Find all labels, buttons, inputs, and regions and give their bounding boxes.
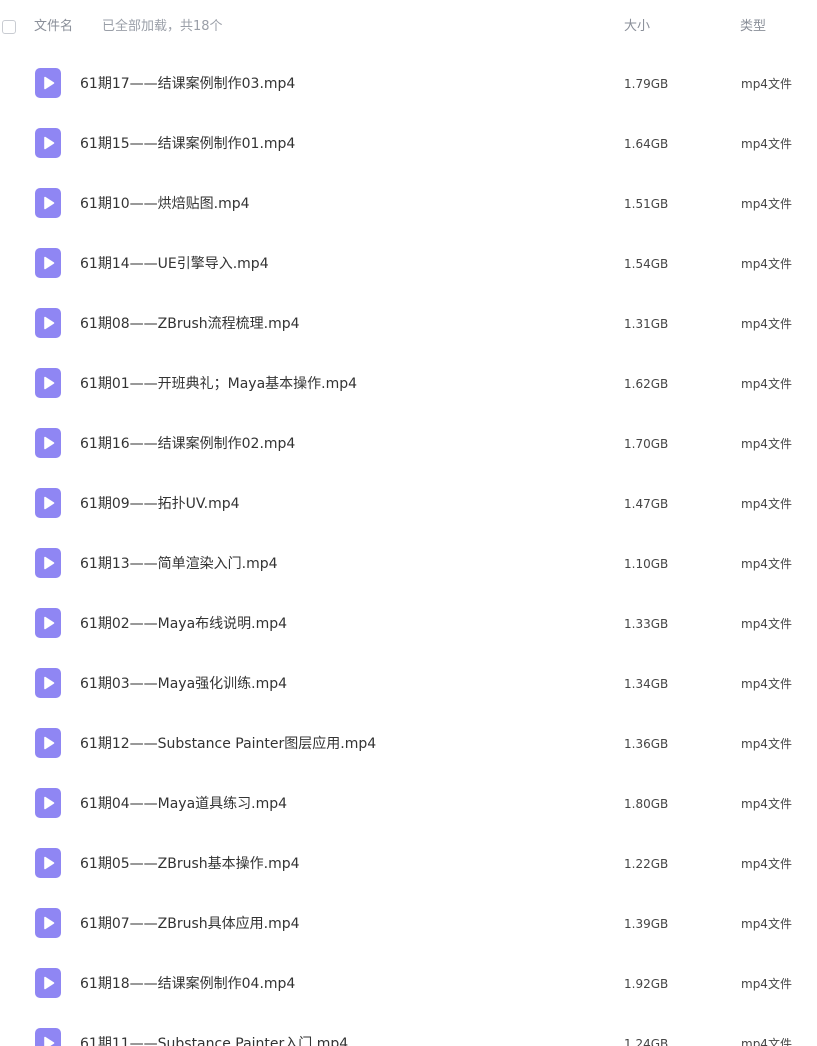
file-row[interactable]: 61期18——结课案例制作04.mp4 1.92GB mp4文件 (0, 954, 817, 1014)
file-type: mp4文件 (741, 197, 792, 211)
list-header: 文件名 已全部加载，共18个 大小 类型 (0, 0, 817, 56)
file-row[interactable]: 61期02——Maya布线说明.mp4 1.33GB mp4文件 (0, 594, 817, 654)
video-file-icon (35, 968, 61, 998)
file-list: 文件名 已全部加载，共18个 大小 类型 61期17——结课案例制作03.mp4… (0, 0, 817, 1046)
file-size: 1.62GB (624, 377, 669, 391)
file-name[interactable]: 61期18——结课案例制作04.mp4 (80, 975, 295, 993)
file-size: 1.36GB (624, 737, 669, 751)
file-name[interactable]: 61期12——Substance Painter图层应用.mp4 (80, 735, 376, 753)
file-type: mp4文件 (741, 917, 792, 931)
file-name[interactable]: 61期03——Maya强化训练.mp4 (80, 675, 287, 693)
file-size: 1.51GB (624, 197, 669, 211)
file-size: 1.34GB (624, 677, 669, 691)
file-size: 1.10GB (624, 557, 669, 571)
file-type: mp4文件 (741, 137, 792, 151)
file-row[interactable]: 61期12——Substance Painter图层应用.mp4 1.36GB mp… (0, 714, 817, 774)
file-type: mp4文件 (741, 377, 792, 391)
file-name[interactable]: 61期09——拓扑UV.mp4 (80, 495, 240, 513)
file-type: mp4文件 (741, 977, 792, 991)
video-file-icon (35, 668, 61, 698)
video-file-icon (35, 1028, 61, 1046)
file-rows: 61期17——结课案例制作03.mp4 1.79GB mp4文件 61期15——结课案… (0, 54, 817, 1046)
file-name[interactable]: 61期11——Substance Painter入门.mp4 (80, 1035, 348, 1046)
load-status-text: 已全部加载，共18个 (102, 19, 223, 34)
file-size: 1.24GB (624, 1037, 669, 1046)
column-header-type[interactable]: 类型 (740, 19, 766, 35)
file-row[interactable]: 61期17——结课案例制作03.mp4 1.79GB mp4文件 (0, 54, 817, 114)
file-type: mp4文件 (741, 1037, 792, 1046)
file-row[interactable]: 61期14——UE引擎导入.mp4 1.54GB mp4文件 (0, 234, 817, 294)
video-file-icon (35, 188, 61, 218)
file-row[interactable]: 61期13——简单渲染入门.mp4 1.10GB mp4文件 (0, 534, 817, 594)
file-name[interactable]: 61期08——ZBrush流程梳理.mp4 (80, 315, 300, 333)
file-size: 1.47GB (624, 497, 669, 511)
file-type: mp4文件 (741, 77, 792, 91)
video-file-icon (35, 128, 61, 158)
file-row[interactable]: 61期07——ZBrush具体应用.mp4 1.39GB mp4文件 (0, 894, 817, 954)
file-type: mp4文件 (741, 497, 792, 511)
file-size: 1.79GB (624, 77, 669, 91)
file-size: 1.54GB (624, 257, 669, 271)
file-type: mp4文件 (741, 557, 792, 571)
file-type: mp4文件 (741, 677, 792, 691)
video-file-icon (35, 488, 61, 518)
file-row[interactable]: 61期15——结课案例制作01.mp4 1.64GB mp4文件 (0, 114, 817, 174)
video-file-icon (35, 848, 61, 878)
file-type: mp4文件 (741, 797, 792, 811)
video-file-icon (35, 788, 61, 818)
file-size: 1.64GB (624, 137, 669, 151)
file-size: 1.22GB (624, 857, 669, 871)
file-row[interactable]: 61期16——结课案例制作02.mp4 1.70GB mp4文件 (0, 414, 817, 474)
video-file-icon (35, 608, 61, 638)
video-file-icon (35, 728, 61, 758)
file-name[interactable]: 61期14——UE引擎导入.mp4 (80, 255, 269, 273)
file-name[interactable]: 61期15——结课案例制作01.mp4 (80, 135, 295, 153)
file-name[interactable]: 61期04——Maya道具练习.mp4 (80, 795, 287, 813)
file-size: 1.80GB (624, 797, 669, 811)
video-file-icon (35, 908, 61, 938)
file-name[interactable]: 61期02——Maya布线说明.mp4 (80, 615, 287, 633)
file-row[interactable]: 61期03——Maya强化训练.mp4 1.34GB mp4文件 (0, 654, 817, 714)
file-size: 1.70GB (624, 437, 669, 451)
file-type: mp4文件 (741, 257, 792, 271)
video-file-icon (35, 368, 61, 398)
video-file-icon (35, 248, 61, 278)
video-file-icon (35, 68, 61, 98)
file-size: 1.31GB (624, 317, 669, 331)
file-type: mp4文件 (741, 737, 792, 751)
file-type: mp4文件 (741, 437, 792, 451)
file-name[interactable]: 61期10——烘焙贴图.mp4 (80, 195, 250, 213)
file-name[interactable]: 61期01——开班典礼；Maya基本操作.mp4 (80, 375, 357, 393)
file-row[interactable]: 61期11——Substance Painter入门.mp4 1.24GB mp4文… (0, 1014, 817, 1046)
file-name[interactable]: 61期17——结课案例制作03.mp4 (80, 75, 295, 93)
video-file-icon (35, 548, 61, 578)
column-header-name[interactable]: 文件名 (34, 19, 73, 35)
file-row[interactable]: 61期01——开班典礼；Maya基本操作.mp4 1.62GB mp4文件 (0, 354, 817, 414)
file-name[interactable]: 61期16——结课案例制作02.mp4 (80, 435, 295, 453)
file-row[interactable]: 61期10——烘焙贴图.mp4 1.51GB mp4文件 (0, 174, 817, 234)
file-name[interactable]: 61期13——简单渲染入门.mp4 (80, 555, 278, 573)
file-row[interactable]: 61期05——ZBrush基本操作.mp4 1.22GB mp4文件 (0, 834, 817, 894)
file-row[interactable]: 61期08——ZBrush流程梳理.mp4 1.31GB mp4文件 (0, 294, 817, 354)
file-type: mp4文件 (741, 857, 792, 871)
file-row[interactable]: 61期09——拓扑UV.mp4 1.47GB mp4文件 (0, 474, 817, 534)
file-name[interactable]: 61期05——ZBrush基本操作.mp4 (80, 855, 300, 873)
file-size: 1.33GB (624, 617, 669, 631)
file-size: 1.39GB (624, 917, 669, 931)
file-type: mp4文件 (741, 617, 792, 631)
file-type: mp4文件 (741, 317, 792, 331)
file-name[interactable]: 61期07——ZBrush具体应用.mp4 (80, 915, 300, 933)
column-header-size[interactable]: 大小 (624, 19, 650, 35)
file-row[interactable]: 61期04——Maya道具练习.mp4 1.80GB mp4文件 (0, 774, 817, 834)
file-size: 1.92GB (624, 977, 669, 991)
video-file-icon (35, 428, 61, 458)
video-file-icon (35, 308, 61, 338)
select-all-checkbox[interactable] (2, 20, 16, 34)
